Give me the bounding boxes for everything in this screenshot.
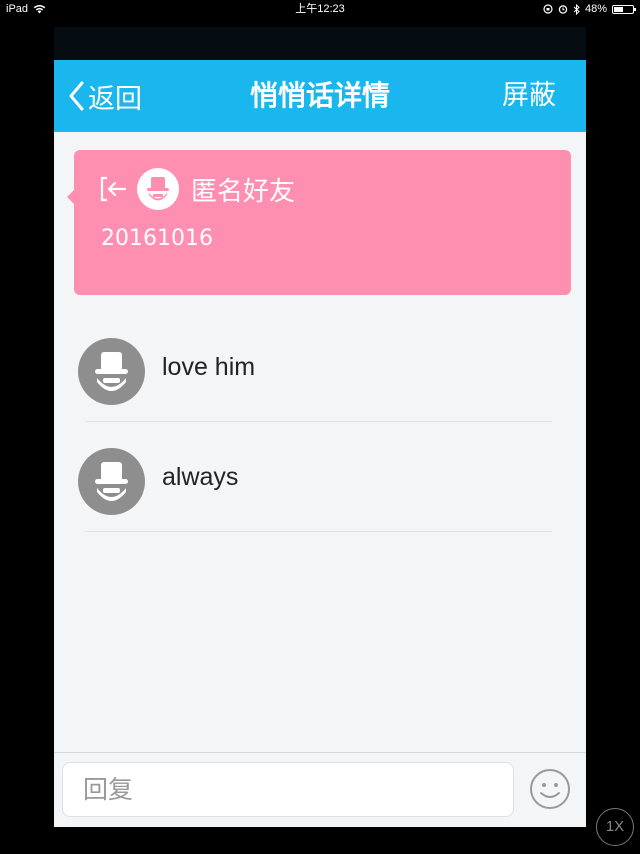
zoom-button[interactable]: 1X <box>596 808 634 846</box>
message-text: love him <box>162 353 256 381</box>
chevron-left-icon <box>69 81 84 111</box>
card-date: 20161016 <box>101 226 213 251</box>
status-bar: iPad 上午12:23 48% <box>0 0 640 18</box>
exit-arrow-icon <box>100 176 127 202</box>
message-text: always <box>162 463 239 491</box>
divider <box>86 531 552 532</box>
reply-bar: 回复 <box>54 752 586 827</box>
emoji-icon[interactable] <box>529 768 571 810</box>
nav-bar: 返回 悄悄话详情 屏蔽 <box>54 60 586 132</box>
app-screen: 返回 悄悄话详情 屏蔽 匿名好友 20161016 love him alway… <box>54 27 586 827</box>
friend-name: 匿名好友 <box>191 176 296 207</box>
list-item[interactable]: love him <box>54 312 586 422</box>
anonymous-avatar-icon <box>137 168 179 210</box>
battery-percent: 48% <box>584 3 607 15</box>
card-header: 匿名好友 <box>99 168 295 210</box>
anonymous-avatar-icon <box>78 338 145 405</box>
back-button[interactable]: 返回 <box>68 60 142 132</box>
block-button[interactable]: 屏蔽 <box>502 60 556 132</box>
reply-input[interactable]: 回复 <box>62 762 514 817</box>
anonymous-avatar-icon <box>78 448 145 515</box>
top-band <box>54 27 586 60</box>
alarm-icon <box>558 5 568 14</box>
bluetooth-icon <box>573 3 580 15</box>
list-item[interactable]: always <box>54 422 586 532</box>
whisper-card[interactable]: 匿名好友 20161016 <box>67 150 571 295</box>
battery-icon <box>612 4 636 14</box>
back-label: 返回 <box>88 83 142 115</box>
orientation-lock-icon <box>543 4 553 14</box>
